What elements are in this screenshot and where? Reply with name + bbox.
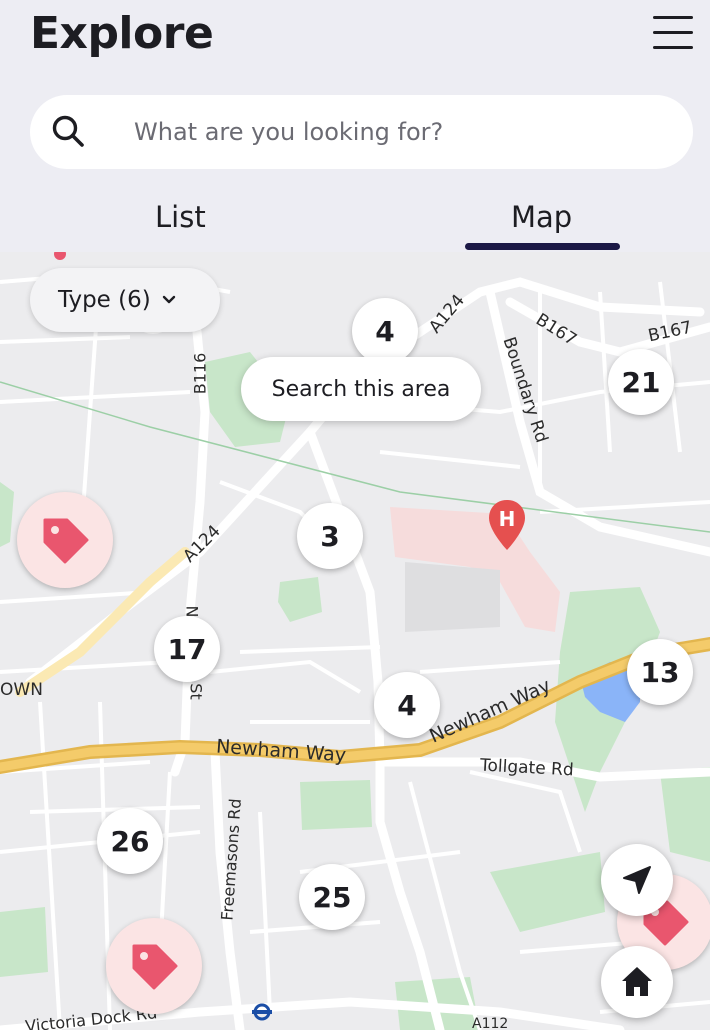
chevron-down-icon [162, 295, 175, 304]
road-label-st: St [186, 683, 206, 700]
navigation-arrow-icon [623, 866, 651, 894]
cluster-marker[interactable]: 25 [299, 864, 365, 930]
tag-icon [43, 518, 89, 564]
search-this-area-button[interactable]: Search this area [241, 357, 481, 421]
locate-me-button[interactable] [601, 844, 673, 916]
search-input[interactable] [134, 95, 674, 169]
cluster-marker[interactable]: 17 [154, 616, 220, 682]
search-bar[interactable] [30, 95, 693, 169]
tag-icon [132, 944, 178, 990]
cluster-marker[interactable]: 4 [352, 298, 418, 364]
cluster-marker[interactable]: 3 [297, 503, 363, 569]
type-filter-label: Type (6) [58, 287, 151, 313]
cluster-marker[interactable]: 4 [374, 672, 440, 738]
tab-map[interactable]: Map [511, 200, 572, 234]
type-filter-button[interactable]: Type (6) [30, 268, 220, 332]
hamburger-menu-icon[interactable] [648, 12, 694, 52]
hospital-pin-icon: H [489, 500, 525, 550]
search-icon [52, 115, 84, 147]
tag-marker[interactable] [106, 918, 202, 1014]
active-tab-indicator [465, 243, 620, 250]
road-label-own: OWN [0, 680, 43, 700]
header: Explore List Map [0, 0, 710, 252]
cluster-marker[interactable]: 13 [627, 639, 693, 705]
svg-text:H: H [499, 507, 516, 531]
cluster-marker[interactable]: 21 [608, 349, 674, 415]
map-view[interactable]: A124 B167 B167 Boundary Rd B116 A124 New… [0, 252, 710, 1030]
tag-marker[interactable] [17, 492, 113, 588]
page-title: Explore [30, 8, 214, 59]
road-label-b116: B116 [190, 352, 210, 395]
home-icon [622, 967, 652, 996]
tab-list[interactable]: List [155, 200, 206, 234]
road-label-a112: A112 [472, 1016, 509, 1030]
cluster-marker[interactable]: 26 [97, 808, 163, 874]
home-button[interactable] [601, 946, 673, 1018]
